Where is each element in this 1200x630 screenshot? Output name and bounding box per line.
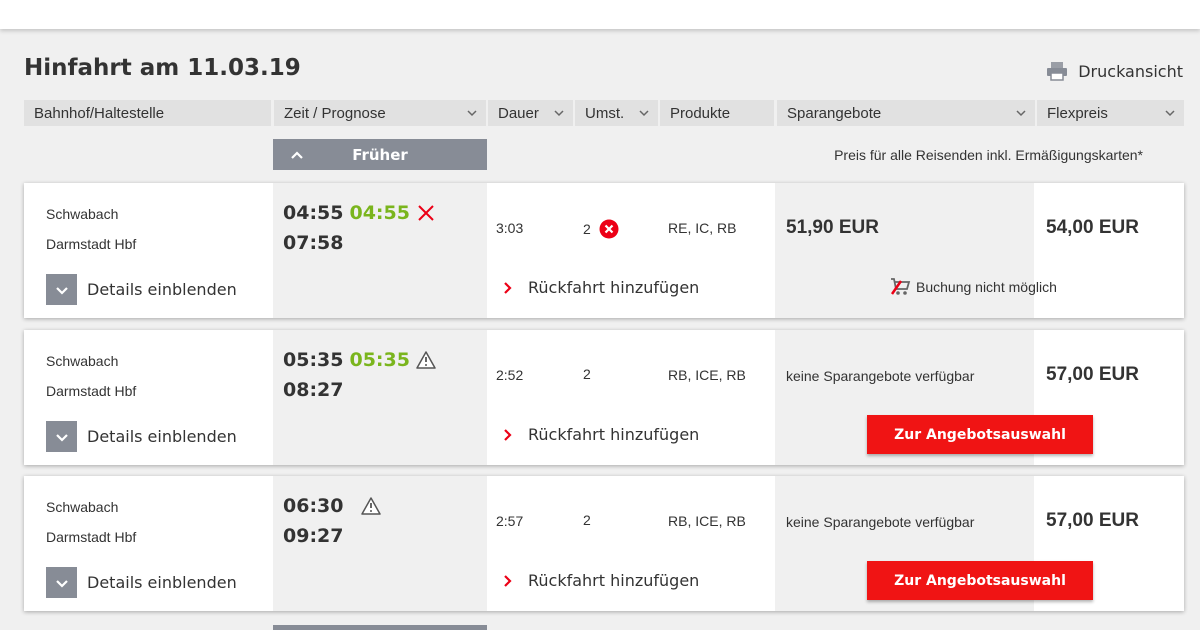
products: RB, ICE, RB xyxy=(668,513,746,529)
print-view-link[interactable]: Druckansicht xyxy=(1046,61,1183,81)
show-details-label: Details einblenden xyxy=(87,573,237,592)
select-offer-button[interactable]: Zur Angebotsauswahl xyxy=(867,415,1093,454)
connection-row[interactable]: Schwabach Darmstadt Hbf Details einblend… xyxy=(24,330,1184,465)
changes-count: 2 xyxy=(583,221,591,237)
chevron-down-icon xyxy=(55,286,68,295)
departure-prognosis: 04:55 xyxy=(349,202,410,224)
add-return-label: Rückfahrt hinzufügen xyxy=(528,571,700,590)
warning-triangle-icon xyxy=(416,351,436,369)
chevron-down-icon xyxy=(554,110,564,117)
warning-triangle-icon xyxy=(361,497,382,515)
connection-row[interactable]: Schwabach Darmstadt Hbf Details einblend… xyxy=(24,183,1184,318)
duration: 3:03 xyxy=(496,220,524,236)
show-details-label: Details einblenden xyxy=(87,427,237,446)
arrival-time: 08:27 xyxy=(283,379,344,401)
flex-price[interactable]: 54,00 EUR xyxy=(1046,217,1139,239)
show-details-button[interactable]: Details einblenden xyxy=(46,274,237,305)
add-return-link[interactable]: Rückfahrt hinzufügen xyxy=(502,571,699,590)
changes: 2 xyxy=(583,366,591,382)
add-return-label: Rückfahrt hinzufügen xyxy=(528,278,700,297)
show-details-button[interactable]: Details einblenden xyxy=(46,567,237,598)
top-bar xyxy=(0,0,1200,29)
saver-unavailable: keine Sparangebote verfügbar xyxy=(786,514,975,530)
earlier-button[interactable]: Früher xyxy=(273,139,487,170)
earlier-button-label: Früher xyxy=(352,145,408,164)
departure-time: 06:30 xyxy=(283,495,382,517)
departure-prognosis: 05:35 xyxy=(349,349,410,371)
column-header-station-label: Bahnhof/Haltestelle xyxy=(34,104,165,122)
saver-column-bg xyxy=(775,183,1034,318)
add-return-link[interactable]: Rückfahrt hinzufügen xyxy=(502,278,699,297)
column-header-duration[interactable]: Dauer xyxy=(488,100,573,126)
departure-time: 05:35 05:35 xyxy=(283,349,436,371)
column-header-products-label: Produkte xyxy=(670,104,731,122)
saver-price[interactable]: 51,90 EUR xyxy=(786,217,879,239)
printer-icon xyxy=(1047,62,1068,81)
chevron-right-icon xyxy=(504,428,512,441)
chevron-down-icon xyxy=(1165,110,1175,117)
departure-planned: 06:30 xyxy=(283,495,344,517)
changes-count: 2 xyxy=(583,512,591,528)
duration: 2:57 xyxy=(496,513,524,529)
saver-unavailable: keine Sparangebote verfügbar xyxy=(786,368,975,384)
booking-status-label: Buchung nicht möglich xyxy=(916,279,1057,295)
column-header-station: Bahnhof/Haltestelle xyxy=(24,100,271,126)
chevron-down-icon xyxy=(467,110,477,117)
show-details-button[interactable]: Details einblenden xyxy=(46,421,237,452)
details-toggle-box xyxy=(46,274,77,305)
print-view-label: Druckansicht xyxy=(1078,61,1183,81)
destination-station: Darmstadt Hbf xyxy=(46,383,137,399)
chevron-down-icon xyxy=(1016,110,1026,117)
origin-station: Schwabach xyxy=(46,353,119,369)
chevron-right-icon xyxy=(504,281,512,294)
later-button[interactable] xyxy=(273,625,487,630)
flex-price[interactable]: 57,00 EUR xyxy=(1046,510,1139,532)
column-header-duration-label: Dauer xyxy=(498,104,539,122)
add-return-link[interactable]: Rückfahrt hinzufügen xyxy=(502,425,699,444)
cart-blocked-icon xyxy=(890,278,911,295)
chevron-down-icon xyxy=(55,433,68,442)
column-header-flex-label: Flexpreis xyxy=(1047,104,1108,122)
changes-count: 2 xyxy=(583,366,591,382)
products: RB, ICE, RB xyxy=(668,367,746,383)
details-toggle-box xyxy=(46,567,77,598)
products: RE, IC, RB xyxy=(668,220,737,236)
add-return-label: Rückfahrt hinzufügen xyxy=(528,425,700,444)
page-title: Hinfahrt am 11.03.19 xyxy=(24,55,301,81)
chevron-down-icon xyxy=(55,579,68,588)
details-toggle-box xyxy=(46,421,77,452)
column-header-time-label: Zeit / Prognose xyxy=(284,104,386,122)
destination-station: Darmstadt Hbf xyxy=(46,529,137,545)
arrival-time: 07:58 xyxy=(283,232,344,254)
column-header-flex[interactable]: Flexpreis xyxy=(1037,100,1184,126)
duration: 2:52 xyxy=(496,367,524,383)
connection-row[interactable]: Schwabach Darmstadt Hbf Details einblend… xyxy=(24,476,1184,611)
changes: 2 xyxy=(583,219,619,239)
arrival-time: 09:27 xyxy=(283,525,344,547)
origin-station: Schwabach xyxy=(46,206,119,222)
column-header-changes[interactable]: Umst. xyxy=(575,100,658,126)
booking-status: Buchung nicht möglich xyxy=(890,277,1057,297)
select-offer-button[interactable]: Zur Angebotsauswahl xyxy=(867,561,1093,600)
column-header-savers[interactable]: Sparangebote xyxy=(777,100,1035,126)
departure-planned: 05:35 xyxy=(283,349,344,371)
departure-planned: 04:55 xyxy=(283,202,344,224)
chevron-up-icon xyxy=(291,150,303,159)
column-header-savers-label: Sparangebote xyxy=(787,104,882,122)
column-header-time[interactable]: Zeit / Prognose xyxy=(274,100,486,126)
chevron-down-icon xyxy=(639,110,649,117)
departure-time: 04:55 04:55 xyxy=(283,202,436,224)
column-header-changes-label: Umst. xyxy=(585,104,625,122)
price-note: Preis für alle Reisenden inkl. Ermäßigun… xyxy=(834,147,1143,163)
chevron-right-icon xyxy=(504,574,512,587)
destination-station: Darmstadt Hbf xyxy=(46,236,137,252)
error-circle-icon xyxy=(599,219,619,239)
cancelled-x-icon xyxy=(418,205,434,221)
flex-price[interactable]: 57,00 EUR xyxy=(1046,364,1139,386)
origin-station: Schwabach xyxy=(46,499,119,515)
show-details-label: Details einblenden xyxy=(87,280,237,299)
column-header-products: Produkte xyxy=(660,100,774,126)
changes: 2 xyxy=(583,512,591,528)
